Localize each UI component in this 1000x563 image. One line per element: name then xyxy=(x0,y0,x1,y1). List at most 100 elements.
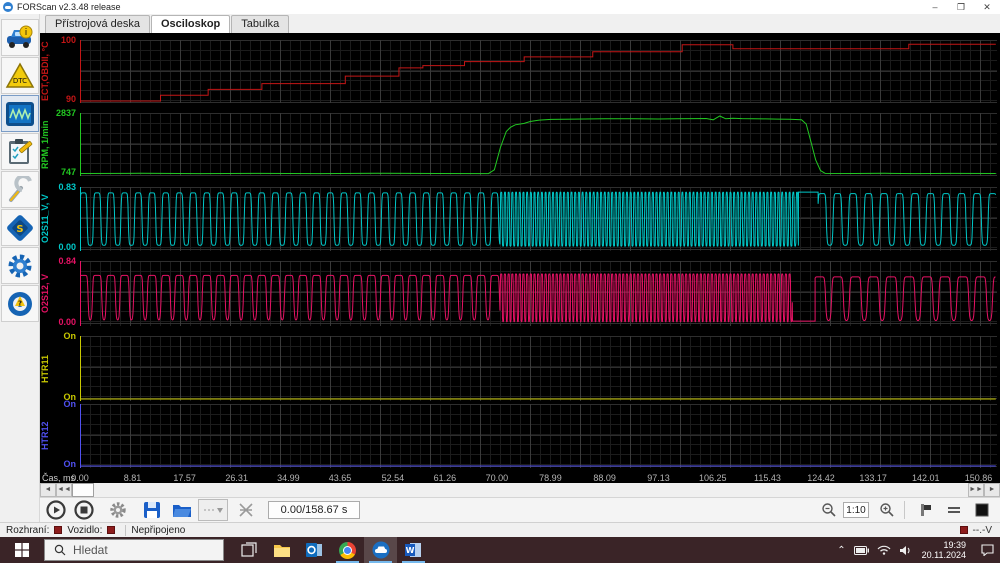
taskbar-clock[interactable]: 19:39 20.11.2024 xyxy=(922,540,966,560)
save-button[interactable] xyxy=(140,499,164,521)
stop-icon xyxy=(74,500,94,520)
restore-button[interactable]: ❐ xyxy=(948,1,974,14)
sidebar-item-settings[interactable] xyxy=(1,247,39,284)
wifi-icon[interactable] xyxy=(877,545,891,555)
zoom-ratio-display: 1:10 xyxy=(843,502,869,518)
chip-icon: S xyxy=(7,214,33,241)
taskbar-app-chrome[interactable] xyxy=(331,537,364,563)
word-icon: W xyxy=(405,543,421,557)
o2s11-min-label: 0.00 xyxy=(58,242,76,252)
scroll-left-icon[interactable]: ◄ xyxy=(40,483,56,497)
windows-taskbar: Hledat W ⌃ 19:39 20.11.2024 xyxy=(0,537,1000,563)
forscan-taskbar-icon xyxy=(372,541,389,559)
volume-icon[interactable] xyxy=(899,545,912,556)
time-tick-label: 133.17 xyxy=(859,473,887,483)
o2s12-trace xyxy=(80,261,996,326)
tab-osciloskop[interactable]: Osciloskop xyxy=(150,15,231,34)
htr12-trace xyxy=(80,404,996,468)
time-tick-label: 70.00 xyxy=(485,473,509,483)
channel-band-o2s12[interactable] xyxy=(80,261,997,326)
sidebar-item-dtc[interactable]: DTC xyxy=(1,57,39,94)
time-tick-label: 106.25 xyxy=(699,473,727,483)
taskbar-app-file-explorer[interactable] xyxy=(265,537,298,563)
tab-bar: Přístrojová deska Osciloskop Tabulka xyxy=(40,14,1000,34)
time-tick-label: 26.31 xyxy=(225,473,248,483)
rpm-min-label: 747 xyxy=(60,167,76,177)
channel-band-ect[interactable] xyxy=(80,40,997,103)
channel-name-rpm: RPM, 1/min xyxy=(40,120,50,169)
stop-button[interactable] xyxy=(72,499,96,521)
channel-band-htr11[interactable] xyxy=(80,336,997,401)
channel-band-rpm[interactable] xyxy=(80,113,997,176)
interface-status-icon xyxy=(54,526,63,534)
scrollbar-track[interactable] xyxy=(94,483,968,497)
taskbar-app-outlook[interactable] xyxy=(298,537,331,563)
sidebar-item-oscilloscope[interactable] xyxy=(1,95,39,132)
clock-date: 20.11.2024 xyxy=(921,550,966,560)
action-center-button[interactable] xyxy=(974,537,1000,563)
connection-status: Nepřipojeno xyxy=(131,524,186,536)
vehicle-status-icon xyxy=(107,526,116,534)
filled-square-icon xyxy=(975,503,989,517)
marker-flag-icon xyxy=(921,504,931,516)
notification-icon xyxy=(980,544,994,556)
channel-band-htr12[interactable] xyxy=(80,404,997,468)
tab-tabulka[interactable]: Tabulka xyxy=(231,15,290,33)
sidebar-item-programming[interactable]: S xyxy=(1,209,39,246)
open-button[interactable] xyxy=(170,499,194,521)
o2s12-min-label: 0.00 xyxy=(58,317,76,327)
marker-button[interactable] xyxy=(914,499,938,521)
delete-x-icon xyxy=(239,503,253,517)
sidebar-item-tests[interactable] xyxy=(1,133,39,170)
tab-pristrojova-deska[interactable]: Přístrojová deska xyxy=(45,15,150,33)
battery-icon[interactable] xyxy=(853,545,869,555)
sidebar-item-help[interactable]: ? xyxy=(1,285,39,322)
taskbar-search-input[interactable]: Hledat xyxy=(44,539,224,561)
zoom-out-button[interactable] xyxy=(817,499,841,521)
search-icon xyxy=(54,544,66,556)
gear-icon xyxy=(8,254,32,277)
fullscreen-button[interactable] xyxy=(970,499,994,521)
taskbar-app-task-view[interactable] xyxy=(232,537,265,563)
close-button[interactable]: ✕ xyxy=(974,1,1000,14)
timeline-scrollbar: ◄ ◄◄ ►► ► xyxy=(40,483,1000,497)
clock-time: 19:39 xyxy=(943,540,966,550)
scroll-right-fast-icon[interactable]: ►► xyxy=(968,483,984,497)
sidebar-item-service[interactable] xyxy=(1,171,39,208)
transport-toolbar: 0.00/158.67 s 1:10 xyxy=(40,497,1000,522)
channel-band-o2s11[interactable] xyxy=(80,187,997,251)
htr11-trace xyxy=(80,336,996,401)
record-settings-button[interactable] xyxy=(106,499,130,521)
open-folder-icon xyxy=(173,505,191,517)
channel-name-htr12: HTR12 xyxy=(40,421,50,451)
scrollbar-thumb[interactable] xyxy=(72,483,94,497)
svg-text:?: ? xyxy=(18,299,22,307)
sidebar-item-vehicle-info[interactable]: i xyxy=(1,19,39,56)
scroll-left-fast-icon[interactable]: ◄◄ xyxy=(56,483,72,497)
profile-select-dropdown[interactable] xyxy=(198,499,228,521)
taskbar-app-word[interactable]: W xyxy=(397,537,430,563)
time-tick-label: 8.81 xyxy=(123,473,142,483)
minimize-button[interactable]: – xyxy=(922,1,948,14)
steering-wheel-question-icon: ? xyxy=(8,291,32,316)
o2s11-max-label: 0.83 xyxy=(58,182,76,192)
hidden-icons-chevron-icon[interactable]: ⌃ xyxy=(837,545,845,556)
delete-record-button[interactable] xyxy=(234,499,258,521)
grid-style-button[interactable] xyxy=(942,499,966,521)
wrench-icon xyxy=(9,175,32,202)
time-tick-label: 17.57 xyxy=(173,473,196,483)
start-button[interactable] xyxy=(0,537,44,563)
dtc-triangle-icon: DTC xyxy=(5,61,35,88)
taskbar-app-forscan[interactable] xyxy=(364,537,397,563)
forscan-window: FORScan v2.3.48 release – ❐ ✕ i DTC S ? … xyxy=(0,0,1000,563)
scroll-right-icon[interactable]: ► xyxy=(984,483,1000,497)
channel-name-o2s12: O2S12, V xyxy=(40,273,50,314)
zoom-in-button[interactable] xyxy=(875,499,899,521)
play-button[interactable] xyxy=(44,499,68,521)
o2s12-max-label: 0.84 xyxy=(58,256,76,266)
chrome-icon xyxy=(339,541,356,559)
sidebar: i DTC S ? xyxy=(0,14,40,522)
car-info-icon: i xyxy=(7,25,33,48)
htr11-max-label: On xyxy=(63,331,77,341)
ect-min-label: 90 xyxy=(65,94,76,104)
